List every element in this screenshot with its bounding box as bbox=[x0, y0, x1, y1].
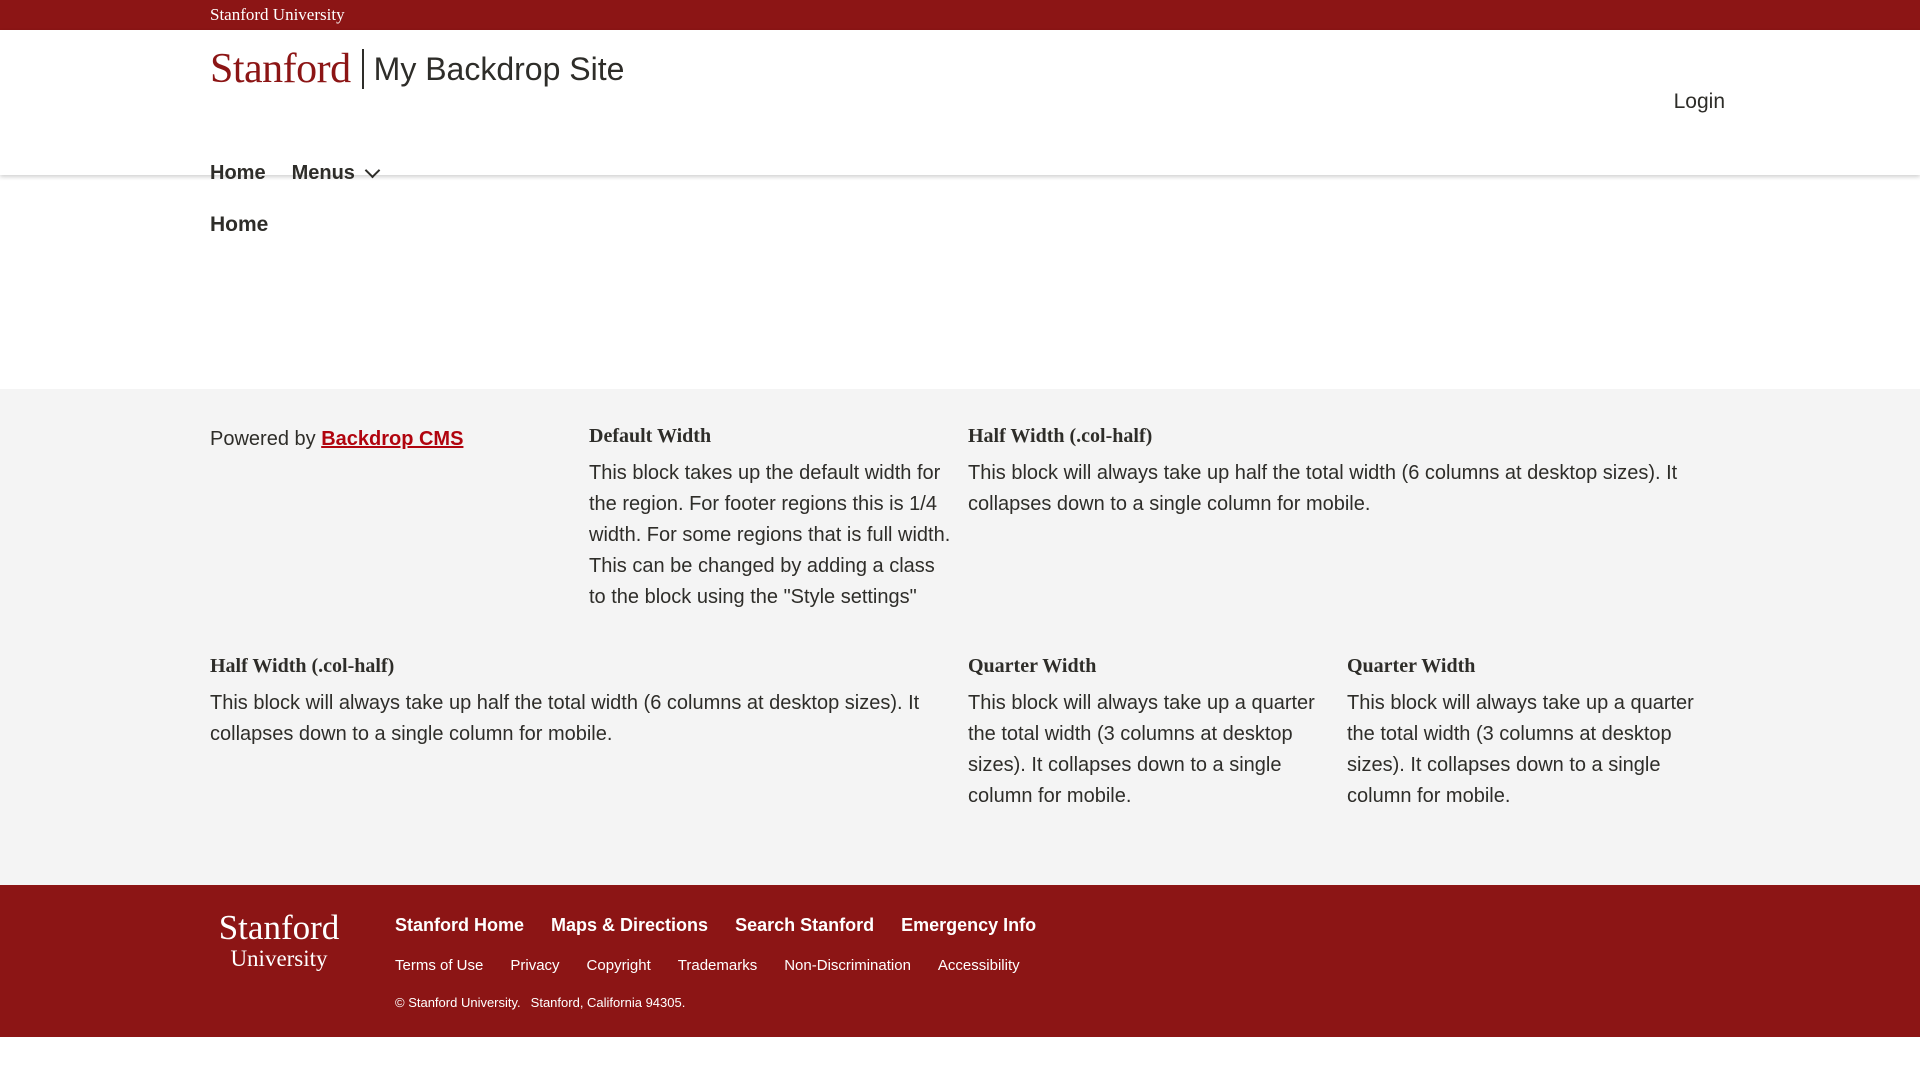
block-title: Half Width (.col-half) bbox=[968, 425, 1153, 447]
site-name-link[interactable]: My Backdrop Site bbox=[374, 53, 625, 85]
footer-secondary-links: Terms of Use Privacy Copyright Trademark… bbox=[395, 957, 1020, 974]
block-title: Quarter Width bbox=[968, 655, 1097, 677]
powered-by-block: Powered by Backdrop CMS bbox=[210, 424, 550, 455]
footer-link-search-stanford[interactable]: Search Stanford bbox=[735, 915, 874, 936]
chevron-down-icon[interactable] bbox=[364, 162, 381, 179]
quarter-width-block-1: Quarter Width This block will always tak… bbox=[968, 654, 1323, 812]
half-width-block-2: Half Width (.col-half) This block will a… bbox=[210, 654, 940, 750]
main-content: Home bbox=[0, 175, 1920, 389]
block-body: This block will always take up half the … bbox=[210, 692, 920, 745]
block-title: Default Width bbox=[589, 425, 712, 447]
block-body: This block will always take up half the … bbox=[968, 462, 1678, 515]
block-title: Quarter Width bbox=[1347, 655, 1476, 677]
backdrop-cms-link[interactable]: Backdrop CMS bbox=[321, 428, 463, 450]
site-header: Stanford My Backdrop Site Login Home Men… bbox=[0, 30, 1920, 184]
stanford-university-footer-logo[interactable]: Stanford University bbox=[210, 910, 348, 973]
powered-by-text: Powered by Backdrop CMS bbox=[210, 424, 550, 455]
footer-link-trademarks[interactable]: Trademarks bbox=[678, 957, 757, 974]
nav-item-label: Home bbox=[210, 162, 266, 184]
footer-link-privacy[interactable]: Privacy bbox=[510, 957, 559, 974]
logo-divider bbox=[361, 49, 364, 89]
page-title: Home bbox=[210, 213, 269, 236]
footer-logo-line2: University bbox=[230, 946, 328, 971]
copyright-text: © Stanford University. bbox=[395, 995, 521, 1010]
footer-regions: Powered by Backdrop CMS Default Width Th… bbox=[0, 389, 1920, 885]
block-title: Half Width (.col-half) bbox=[210, 655, 395, 677]
footer-link-maps-directions[interactable]: Maps & Directions bbox=[551, 915, 708, 936]
footer-link-emergency-info[interactable]: Emergency Info bbox=[901, 915, 1036, 936]
block-body: This block will always take up a quarter… bbox=[1347, 692, 1694, 807]
footer-link-copyright[interactable]: Copyright bbox=[587, 957, 651, 974]
address-text: Stanford, California 94305. bbox=[530, 995, 686, 1010]
footer-link-non-discrimination[interactable]: Non-Discrimination bbox=[784, 957, 911, 974]
powered-by-prefix: Powered by bbox=[210, 428, 316, 450]
site-branding: Stanford My Backdrop Site bbox=[210, 48, 624, 90]
footer-logo-line1: Stanford bbox=[218, 908, 340, 947]
stanford-brand-bar: Stanford University bbox=[0, 0, 1920, 30]
footer-link-accessibility[interactable]: Accessibility bbox=[938, 957, 1020, 974]
footer-primary-links: Stanford Home Maps & Directions Search S… bbox=[395, 915, 1036, 936]
footer-link-stanford-home[interactable]: Stanford Home bbox=[395, 915, 524, 936]
default-width-block: Default Width This block takes up the de… bbox=[589, 424, 951, 613]
login-link[interactable]: Login bbox=[1674, 90, 1725, 114]
footer-link-terms-of-use[interactable]: Terms of Use bbox=[395, 957, 483, 974]
block-body: This block will always take up a quarter… bbox=[968, 692, 1315, 807]
stanford-university-link[interactable]: Stanford University bbox=[210, 5, 345, 25]
block-body: This block takes up the default width fo… bbox=[589, 462, 951, 608]
quarter-width-block-2: Quarter Width This block will always tak… bbox=[1347, 654, 1702, 812]
nav-item-home[interactable]: Home bbox=[210, 162, 266, 185]
main-navigation: Home Menus bbox=[210, 162, 381, 185]
stanford-logo[interactable]: Stanford bbox=[210, 48, 351, 90]
copyright-line: © Stanford University. Stanford, Californ… bbox=[395, 995, 685, 1010]
nav-item-label: Menus bbox=[291, 162, 355, 184]
nav-item-menus[interactable]: Menus bbox=[291, 162, 381, 185]
half-width-block-1: Half Width (.col-half) This block will a… bbox=[968, 424, 1698, 520]
global-footer: Stanford University Stanford Home Maps &… bbox=[0, 885, 1920, 1037]
